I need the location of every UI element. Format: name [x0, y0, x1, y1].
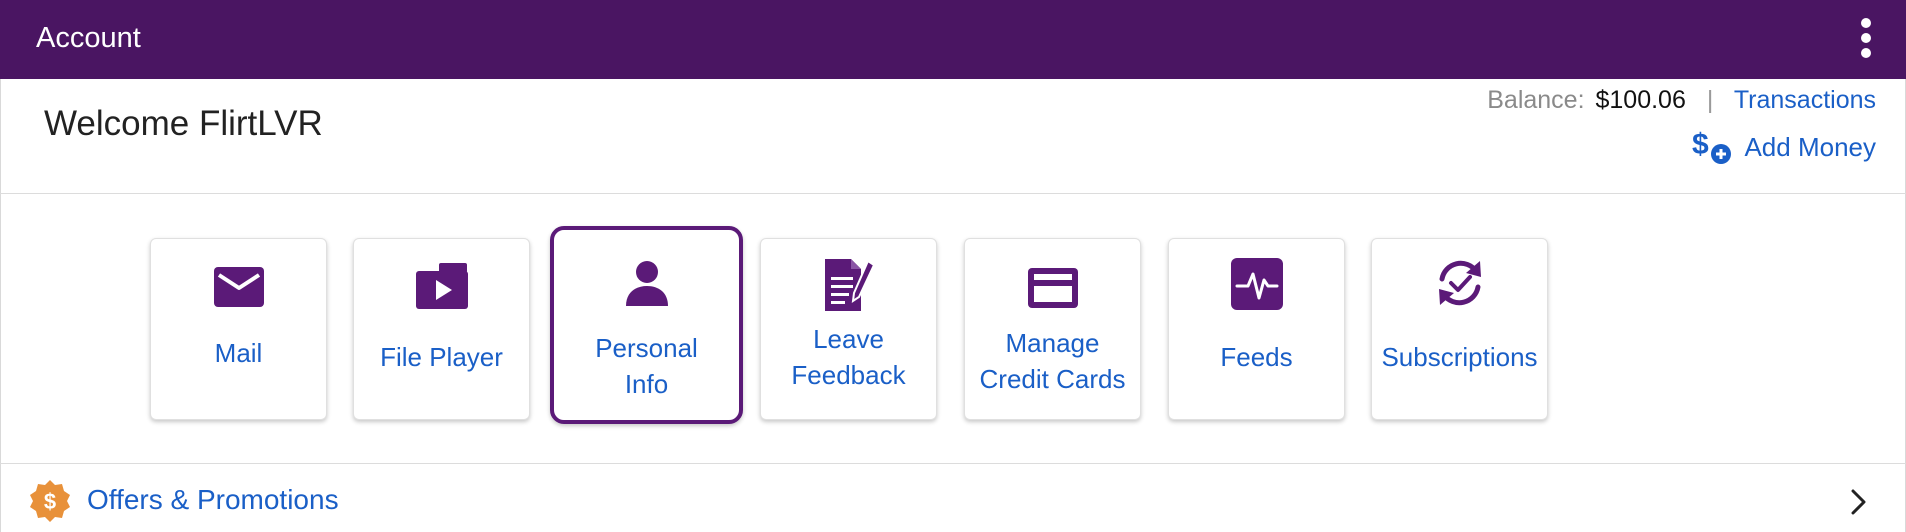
- feedback-document-icon: [824, 259, 875, 311]
- section-divider: [0, 463, 1906, 464]
- balance-line: Balance: $100.06 | Transactions: [1487, 86, 1876, 115]
- section-divider: [0, 193, 1906, 194]
- chevron-right-icon: [1851, 489, 1866, 515]
- tile-label: Leave: [813, 324, 884, 354]
- activity-pulse-icon: [1230, 258, 1283, 310]
- tile-personal-info[interactable]: Personal Info: [550, 226, 743, 424]
- add-money-icon: $: [1692, 128, 1732, 164]
- tile-label: Manage: [1005, 328, 1100, 358]
- credit-card-icon: [1027, 268, 1078, 308]
- tile-file-player[interactable]: File Player: [353, 238, 530, 420]
- transactions-link[interactable]: Transactions: [1734, 86, 1876, 114]
- tile-manage-credit-cards[interactable]: Manage Credit Cards: [964, 238, 1141, 420]
- add-money-label: Add Money: [1744, 131, 1876, 162]
- tile-label: File Player: [380, 342, 503, 372]
- tile-label-line2: Info: [624, 369, 669, 399]
- tile-subscriptions[interactable]: Subscriptions: [1371, 238, 1548, 420]
- balance-value: $100.06: [1595, 86, 1686, 114]
- tile-label-line2: Feedback: [791, 360, 906, 390]
- more-vertical-icon[interactable]: [1856, 18, 1876, 58]
- dollar-badge-icon: $: [30, 480, 70, 522]
- tile-label: Feeds: [1220, 342, 1293, 372]
- welcome-message: Welcome FlirtLVR: [44, 104, 323, 143]
- app-header: Account: [0, 0, 1906, 79]
- subscription-sync-icon: [1438, 260, 1481, 306]
- mail-icon: [213, 267, 264, 307]
- svg-text:$: $: [1692, 128, 1709, 161]
- separator: |: [1706, 86, 1714, 114]
- offers-label: Offers & Promotions: [87, 484, 339, 515]
- tile-mail[interactable]: Mail: [150, 238, 327, 420]
- person-icon: [625, 261, 668, 306]
- tile-label-line2: Credit Cards: [979, 364, 1126, 394]
- add-money-button[interactable]: $ Add Money: [1692, 128, 1876, 166]
- tile-leave-feedback[interactable]: Leave Feedback: [760, 238, 937, 420]
- svg-text:$: $: [44, 489, 56, 514]
- offers-promotions-row[interactable]: $ Offers & Promotions: [0, 470, 1906, 532]
- page-title: Account: [36, 22, 141, 54]
- tile-label: Personal: [595, 333, 698, 363]
- balance-label: Balance:: [1487, 86, 1585, 114]
- video-folder-icon: [415, 263, 468, 309]
- tile-label: Subscriptions: [1381, 342, 1538, 372]
- tile-feeds[interactable]: Feeds: [1168, 238, 1345, 420]
- tile-label: Mail: [214, 338, 263, 368]
